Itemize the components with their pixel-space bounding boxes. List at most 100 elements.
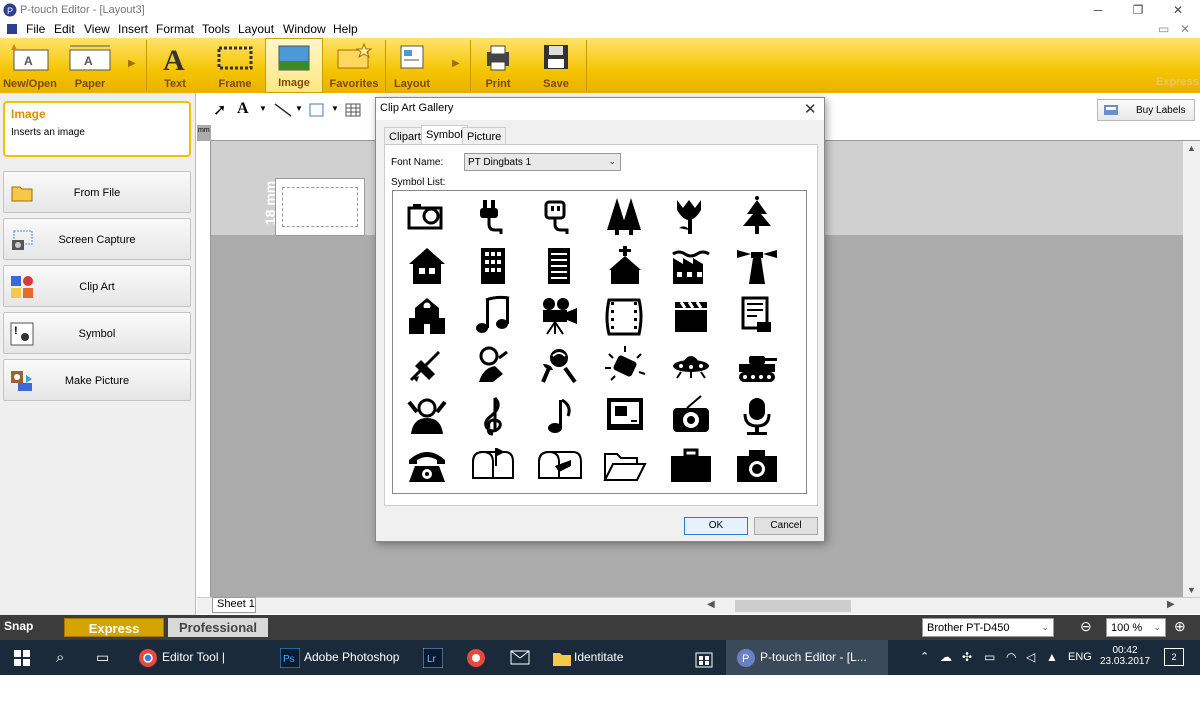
taskbar-app-ptouch[interactable]: P P-touch Editor - [L... <box>726 640 888 675</box>
symbol-plug[interactable] <box>469 194 517 238</box>
symbol-tank[interactable] <box>733 344 781 388</box>
symbol-music-note-double[interactable] <box>469 294 517 338</box>
task-view-icon[interactable]: ▭ <box>96 640 109 675</box>
label-tape[interactable] <box>275 178 365 236</box>
minimize-button[interactable]: ─ <box>1076 0 1120 20</box>
symbol-list[interactable]: ⌃ ⌄ <box>392 190 807 494</box>
printer-select[interactable]: Brother PT-D450 ⌄ <box>922 618 1054 637</box>
professional-mode-button[interactable]: Professional <box>168 618 268 637</box>
language-indicator[interactable]: ENG <box>1068 640 1092 675</box>
menu-layout[interactable]: Layout <box>238 22 274 36</box>
tab-picture[interactable]: Picture <box>462 127 507 145</box>
favorites-button[interactable]: Favorites <box>324 38 384 93</box>
menu-edit[interactable]: Edit <box>54 22 75 36</box>
symbol-bowler[interactable] <box>469 344 517 388</box>
paper-button[interactable]: A Paper <box>60 38 120 93</box>
vertical-scrollbar[interactable]: ▲ ▼ <box>1183 141 1200 601</box>
symbol-christmas-tree[interactable] <box>733 194 781 238</box>
mail-icon[interactable] <box>510 650 530 666</box>
windows-start-icon[interactable] <box>14 650 30 666</box>
symbol-camera-photo[interactable] <box>403 194 451 238</box>
symbol-treble-clef[interactable] <box>469 394 517 438</box>
symbol-script[interactable] <box>733 294 781 338</box>
menu-file[interactable]: File <box>26 22 45 36</box>
symbol-candy[interactable] <box>601 344 649 388</box>
close-child-button[interactable]: ✕ <box>1180 22 1190 36</box>
tab-clipart[interactable]: Clipart <box>384 127 426 145</box>
print-button[interactable]: Print <box>472 38 524 93</box>
symbol-folder-open[interactable] <box>601 444 649 488</box>
symbol-school[interactable] <box>403 294 451 338</box>
taskbar-app-explorer[interactable]: Identitate <box>550 640 680 675</box>
close-window-button[interactable]: ✕ <box>1156 0 1200 20</box>
clock[interactable]: 00:42 23.03.2017 <box>1100 642 1150 673</box>
cancel-button[interactable]: Cancel <box>754 517 818 535</box>
symbol-document[interactable] <box>535 244 583 288</box>
notification-center[interactable]: 2 <box>1164 648 1184 666</box>
store-icon[interactable] <box>694 648 714 668</box>
make-picture-button[interactable]: Make Picture <box>3 359 191 401</box>
save-button[interactable]: Save <box>528 38 584 93</box>
volume-icon[interactable]: ◁ <box>1026 640 1035 675</box>
symbol-plug-socket[interactable] <box>535 194 583 238</box>
symbol-tulip[interactable] <box>667 194 715 238</box>
from-file-button[interactable]: From File <box>3 171 191 213</box>
symbol-briefcase[interactable] <box>667 444 715 488</box>
restore-child-button[interactable]: ▭ <box>1158 22 1169 36</box>
search-icon[interactable]: ⌕ <box>56 640 64 675</box>
menu-view[interactable]: View <box>84 22 110 36</box>
line-tool-icon[interactable] <box>273 102 293 118</box>
symbol-microphone[interactable] <box>733 394 781 438</box>
symbol-radio[interactable] <box>667 394 715 438</box>
dialog-close-button[interactable]: ✕ <box>804 100 817 118</box>
rectangle-tool-icon[interactable] <box>309 102 325 118</box>
zoom-in-icon[interactable]: ⊕ <box>1174 618 1186 635</box>
symbol-camera[interactable] <box>733 444 781 488</box>
symbol-music-note[interactable] <box>535 394 583 438</box>
table-tool-icon[interactable] <box>345 102 361 118</box>
wifi-icon[interactable]: ◠ <box>1006 640 1016 675</box>
layout-button[interactable]: Layout <box>386 38 438 93</box>
symbol-lighthouse[interactable] <box>733 244 781 288</box>
symbol-film-camera[interactable] <box>535 294 583 338</box>
symbol-church[interactable] <box>601 244 649 288</box>
symbol-button[interactable]: ! Symbol <box>3 312 191 354</box>
taskbar-app-photoshop[interactable]: Ps Adobe Photoshop ... <box>278 640 408 699</box>
sheet-tab[interactable]: Sheet 1 <box>212 597 256 613</box>
screen-capture-button[interactable]: Screen Capture <box>3 218 191 260</box>
symbol-mailbox-flag[interactable] <box>469 444 517 488</box>
express-mode-button[interactable]: Express <box>64 618 164 637</box>
new-open-button[interactable]: A New/Open <box>0 38 60 93</box>
symbol-house[interactable] <box>403 244 451 288</box>
symbol-office-building[interactable] <box>469 244 517 288</box>
text-tool-icon[interactable]: A <box>237 100 249 118</box>
clip-art-button[interactable]: Clip Art <box>3 265 191 307</box>
buy-labels-button[interactable]: Buy Labels <box>1097 99 1195 121</box>
onedrive-icon[interactable]: ☁ <box>940 640 952 675</box>
zoom-select[interactable]: 100 % ⌄ <box>1106 618 1166 637</box>
network-share-icon[interactable]: ✣ <box>962 640 972 675</box>
symbol-rose[interactable] <box>535 344 583 388</box>
zoom-out-icon[interactable]: ⊖ <box>1080 618 1092 635</box>
chevron-down-icon[interactable]: ▼ <box>295 104 303 113</box>
menu-tools[interactable]: Tools <box>202 22 230 36</box>
text-button[interactable]: A Text <box>147 38 203 93</box>
lightroom-icon[interactable]: Lr <box>423 648 443 668</box>
chevron-down-icon[interactable]: ▼ <box>331 104 339 113</box>
frame-button[interactable]: Frame <box>205 38 265 93</box>
menu-insert[interactable]: Insert <box>118 22 148 36</box>
symbol-crowd-cheering[interactable] <box>403 394 451 438</box>
drive-icon[interactable]: ▲ <box>1046 640 1058 675</box>
symbol-clapperboard[interactable] <box>667 294 715 338</box>
scroll-left-icon[interactable]: ◀ <box>707 599 715 610</box>
menu-format[interactable]: Format <box>156 22 194 36</box>
symbol-monitor[interactable] <box>601 394 649 438</box>
ok-button[interactable]: OK <box>684 517 748 535</box>
menu-window[interactable]: Window <box>283 22 326 36</box>
symbol-list-scrollbar[interactable]: ⌃ ⌄ <box>806 191 807 493</box>
expand-arrow-icon[interactable]: ▶ <box>452 58 460 69</box>
horizontal-scroll-thumb[interactable] <box>735 600 851 612</box>
symbol-mailbox-letter[interactable] <box>535 444 583 488</box>
tab-symbol[interactable]: Symbol <box>421 125 468 145</box>
symbol-film-strip[interactable] <box>601 294 649 338</box>
